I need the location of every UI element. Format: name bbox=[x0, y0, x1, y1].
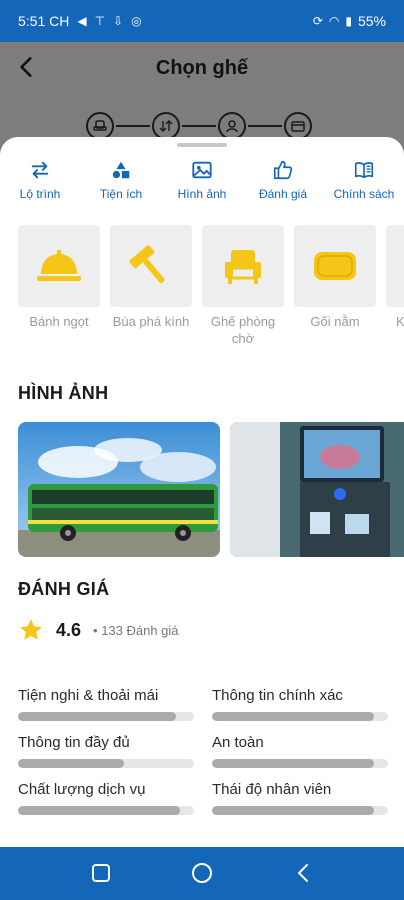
payment-step-icon bbox=[284, 112, 312, 140]
criterion-label: Tiện nghi & thoải mái bbox=[18, 687, 159, 704]
criterion: Thông tin đầy đủ bbox=[18, 734, 194, 768]
amenity-tile bbox=[202, 225, 284, 307]
tab-label: Tiện ích bbox=[99, 187, 143, 201]
photo-gallery[interactable] bbox=[18, 422, 404, 557]
amenity-tile bbox=[110, 225, 192, 307]
amenity-item: Gối nằm bbox=[294, 225, 376, 330]
passenger-step-icon bbox=[218, 112, 246, 140]
home-icon bbox=[192, 863, 212, 883]
bus-exterior-photo[interactable] bbox=[18, 422, 220, 557]
tab-label: Chính sách bbox=[333, 187, 395, 201]
amenity-label: Ghế phòng chờ bbox=[210, 314, 276, 346]
trip-details-sheet: Lộ trình Tiện ích Hình ảnh Đánh giá Chín… bbox=[0, 137, 404, 847]
header: Chọn ghế bbox=[0, 42, 404, 140]
cloche-icon bbox=[37, 250, 81, 281]
amenity-label: Bánh ngọt bbox=[29, 314, 89, 329]
amenity-label: Gối nằm bbox=[310, 314, 360, 329]
criterion-bar bbox=[18, 806, 194, 815]
step-connector bbox=[248, 125, 282, 127]
seat-step-icon bbox=[86, 112, 114, 140]
swap-icon bbox=[31, 161, 49, 179]
tab-label: Lộ trình bbox=[19, 187, 61, 201]
criterion-bar bbox=[212, 712, 388, 721]
book-icon bbox=[354, 162, 374, 179]
amenity-tile bbox=[18, 225, 100, 307]
criterion-label: Thông tin đầy đủ bbox=[18, 734, 130, 751]
criterion-label: An toàn bbox=[212, 734, 264, 751]
tab-images[interactable]: Hình ảnh bbox=[162, 159, 242, 201]
system-nav-bar bbox=[0, 847, 404, 900]
amenity-tile bbox=[386, 225, 404, 307]
tab-route[interactable]: Lộ trình bbox=[0, 159, 80, 201]
recents-button[interactable] bbox=[91, 863, 111, 888]
drag-handle[interactable] bbox=[177, 143, 227, 147]
criterion-bar-fill bbox=[18, 712, 177, 721]
home-button[interactable] bbox=[191, 862, 213, 889]
criterion-bar bbox=[212, 759, 388, 768]
pickup-step-icon bbox=[152, 112, 180, 140]
chevron-left-icon bbox=[298, 864, 308, 882]
criterion: Chất lượng dịch vụ bbox=[18, 781, 194, 815]
criterion-label: Thông tin chính xác bbox=[212, 687, 343, 704]
page-title: Chọn ghế bbox=[155, 57, 249, 79]
detail-tabs: Lộ trình Tiện ích Hình ảnh Đánh giá Chín… bbox=[0, 159, 404, 209]
criterion-bar-fill bbox=[212, 712, 374, 721]
criterion: An toàn bbox=[212, 734, 388, 768]
amenity-item: Ghế phòng chờ bbox=[202, 225, 284, 347]
criterion: Thái độ nhân viên bbox=[212, 781, 388, 815]
pillow-icon bbox=[314, 252, 356, 280]
tab-label: Hình ảnh bbox=[177, 187, 227, 201]
criterion: Tiện nghi & thoải mái bbox=[18, 687, 194, 721]
booking-steps bbox=[86, 112, 312, 140]
status-bar: 5:51 CH ◀ ⊤ ⇩ ◎ ⟳ ◠ ▮ 55% bbox=[0, 0, 404, 42]
amenity-item: Bánh ngọt bbox=[18, 225, 100, 330]
amenity-item: Búa phá kính bbox=[110, 225, 192, 330]
rating-score: 4.6 bbox=[56, 619, 82, 640]
download-icon: ⇩ bbox=[113, 14, 124, 28]
rating-summary: 4.6 • 133 Đánh giá bbox=[18, 617, 179, 643]
criterion-label: Thái độ nhân viên bbox=[212, 781, 332, 798]
system-back-button[interactable] bbox=[294, 863, 312, 888]
criterion: Thông tin chính xác bbox=[212, 687, 388, 721]
hammer-icon bbox=[129, 245, 165, 284]
amenities-list[interactable]: Bánh ngọt Búa phá kính Ghế phòng chờ Gối… bbox=[18, 225, 404, 347]
amenity-label: Búa phá kính bbox=[112, 314, 190, 329]
amenity-label: K bbox=[396, 314, 404, 329]
criterion-bar bbox=[212, 806, 388, 815]
criterion-bar bbox=[18, 712, 194, 721]
criterion-bar-fill bbox=[18, 806, 180, 815]
images-section-title: HÌNH ẢNH bbox=[18, 383, 109, 403]
shapes-icon bbox=[112, 161, 130, 179]
battery-icon: ▮ bbox=[345, 14, 352, 28]
armchair-icon bbox=[225, 250, 261, 284]
criterion-bar-fill bbox=[18, 759, 124, 768]
status-time: 5:51 CH bbox=[18, 13, 70, 29]
tab-reviews[interactable]: Đánh giá bbox=[243, 159, 323, 201]
notification-icon: ⊤ bbox=[94, 14, 106, 28]
recents-icon bbox=[92, 864, 110, 882]
step-connector bbox=[182, 125, 216, 127]
tab-policy[interactable]: Chính sách bbox=[324, 159, 404, 201]
step-connector bbox=[116, 125, 150, 127]
app-icon: ◎ bbox=[131, 14, 142, 28]
tab-label: Đánh giá bbox=[258, 187, 308, 201]
battery-level: 55% bbox=[357, 13, 386, 29]
criterion-bar-fill bbox=[212, 759, 374, 768]
rating-count: • 133 Đánh giá bbox=[93, 622, 179, 638]
sync-icon: ⟳ bbox=[312, 14, 323, 28]
thumbs-up-icon bbox=[273, 160, 293, 180]
reviews-section-title: ĐÁNH GIÁ bbox=[18, 579, 110, 599]
bus-interior-photo[interactable] bbox=[230, 422, 404, 557]
image-icon bbox=[192, 161, 212, 179]
amenity-item: K bbox=[386, 225, 404, 330]
tab-amenities[interactable]: Tiện ích bbox=[81, 159, 161, 201]
criterion-bar bbox=[18, 759, 194, 768]
criterion-bar-fill bbox=[212, 806, 374, 815]
amenity-tile bbox=[294, 225, 376, 307]
wifi-icon: ◠ bbox=[328, 14, 340, 28]
criterion-label: Chất lượng dịch vụ bbox=[18, 781, 146, 798]
star-icon bbox=[20, 619, 42, 640]
navigation-icon: ◀ bbox=[77, 14, 87, 28]
